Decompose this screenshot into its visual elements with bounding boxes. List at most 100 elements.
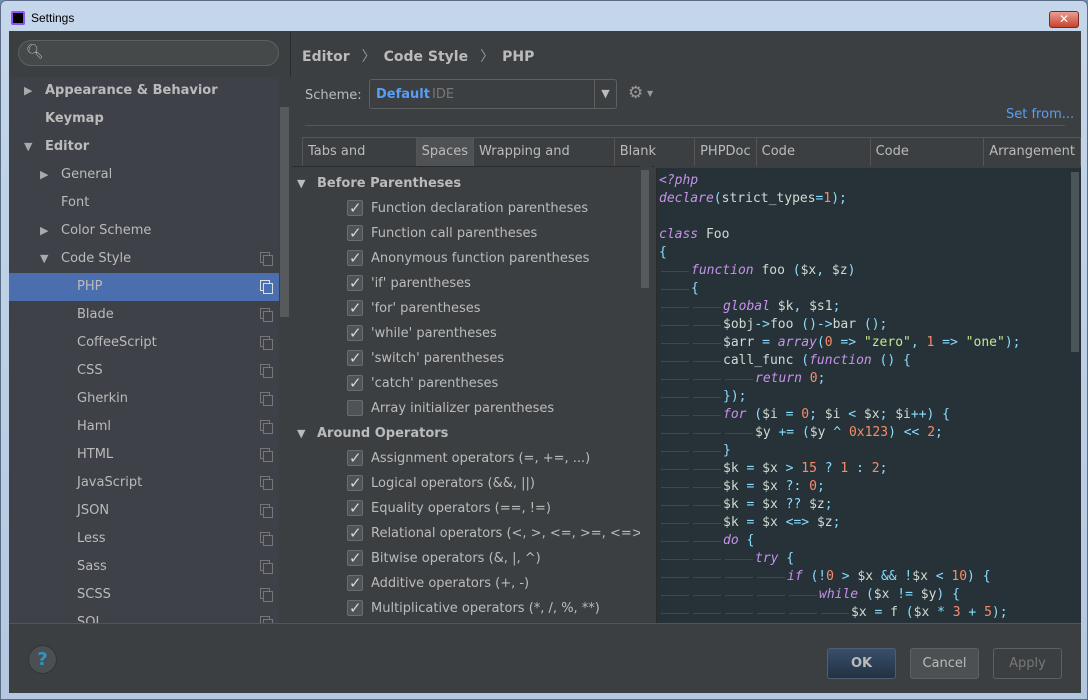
sidebar-item-html[interactable]: HTML	[9, 441, 279, 469]
option-group[interactable]: ▼ Before Parentheses	[297, 171, 461, 196]
options-scrollbar[interactable]	[640, 166, 652, 623]
option-group[interactable]: ▼ Around Operators	[297, 421, 448, 446]
tab-blank-lines[interactable]: Blank Lines	[615, 138, 696, 186]
checkbox[interactable]	[347, 471, 363, 496]
sidebar-item-sql[interactable]: SQL	[9, 609, 279, 623]
option-checkbox-row[interactable]: Bitwise operators (&, |, ^)	[347, 546, 541, 571]
checkbox[interactable]	[347, 400, 363, 416]
breadcrumb: Editor 〉 Code Style 〉 PHP	[302, 46, 538, 66]
option-checkbox-row[interactable]: Multiplicative operators (*, /, %, **)	[347, 596, 600, 621]
tab-tabs-and-indents[interactable]: Tabs and Indents	[302, 138, 417, 186]
scrollbar-thumb[interactable]	[1071, 172, 1079, 352]
sidebar-item-color-scheme[interactable]: ▶ Color Scheme	[9, 217, 279, 245]
code-token: >	[833, 569, 858, 584]
code-token: )	[847, 263, 856, 278]
checkbox[interactable]	[347, 596, 363, 621]
expand-arrow-icon[interactable]: ▼	[24, 133, 32, 161]
sidebar-item-label: Gherkin	[77, 391, 129, 406]
title-bar: Settings ✕	[1, 1, 1087, 35]
code-token: return	[755, 371, 802, 386]
checkbox[interactable]	[347, 196, 363, 221]
chevron-down-icon[interactable]: ▼	[594, 80, 616, 108]
sidebar-item-general[interactable]: ▶ General	[9, 161, 279, 189]
gear-icon[interactable]: ⚙	[628, 83, 643, 103]
option-checkbox-row[interactable]: 'switch' parentheses	[347, 346, 504, 371]
checkbox[interactable]	[347, 271, 363, 296]
option-checkbox-row[interactable]: 'for' parentheses	[347, 296, 481, 321]
checkbox[interactable]	[347, 446, 363, 471]
scheme-sub: IDE	[432, 87, 455, 102]
expand-arrow-icon[interactable]: ▼	[297, 171, 305, 196]
option-checkbox-row[interactable]: 'catch' parentheses	[347, 371, 498, 396]
scrollbar-thumb[interactable]	[280, 107, 289, 317]
option-checkbox-row[interactable]: Logical operators (&&, ||)	[347, 471, 535, 496]
tab-code-generation[interactable]: Code Generation	[871, 138, 985, 186]
expand-arrow-icon[interactable]: ▼	[297, 421, 305, 446]
sidebar-item-editor[interactable]: ▼ Editor	[9, 133, 279, 161]
sidebar-item-code-style[interactable]: ▼ Code Style	[9, 245, 279, 273]
checkbox[interactable]	[347, 571, 363, 596]
option-checkbox-row[interactable]: Anonymous function parentheses	[347, 246, 589, 271]
option-label: Multiplicative operators (*, /, %, **)	[371, 601, 600, 616]
checkbox[interactable]	[347, 496, 363, 521]
sidebar-item-font[interactable]: Font	[9, 189, 279, 217]
expand-arrow-icon[interactable]: ▼	[40, 245, 48, 273]
preview-scrollbar[interactable]	[1069, 168, 1081, 623]
sidebar-item-php[interactable]: PHP	[9, 273, 283, 301]
apply-button[interactable]: Apply	[993, 648, 1062, 679]
scheme-dropdown[interactable]: Default IDE ▼	[369, 79, 617, 109]
sidebar-scrollbar[interactable]	[279, 77, 291, 623]
sidebar-item-gherkin[interactable]: Gherkin	[9, 385, 279, 413]
option-checkbox-row[interactable]: Function declaration parentheses	[347, 196, 589, 221]
sidebar-item-haml[interactable]: Haml	[9, 413, 279, 441]
collapse-arrow-icon[interactable]: ▶	[40, 161, 48, 189]
checkbox[interactable]	[347, 221, 363, 246]
sidebar-item-scss[interactable]: SCSS	[9, 581, 279, 609]
code-line: {	[659, 244, 667, 262]
code-token: ,	[816, 263, 832, 278]
option-checkbox-row[interactable]: Array initializer parentheses	[347, 396, 554, 421]
sidebar-item-keymap[interactable]: Keymap	[9, 105, 279, 133]
option-checkbox-row[interactable]: 'if' parentheses	[347, 271, 471, 296]
sidebar-item-appearance-behavior[interactable]: ▶ Appearance & Behavior	[9, 77, 279, 105]
set-from-link[interactable]: Set from...	[1006, 107, 1074, 122]
sidebar-item-blade[interactable]: Blade	[9, 301, 279, 329]
sidebar-item-coffeescript[interactable]: CoffeeScript	[9, 329, 279, 357]
option-checkbox-row[interactable]: 'while' parentheses	[347, 321, 497, 346]
close-button[interactable]: ✕	[1049, 11, 1079, 28]
checkbox[interactable]	[347, 296, 363, 321]
checkbox[interactable]	[347, 521, 363, 546]
help-button[interactable]: ?	[28, 645, 57, 674]
sidebar-item-less[interactable]: Less	[9, 525, 279, 553]
ok-button[interactable]: OK	[827, 648, 896, 679]
option-checkbox-row[interactable]: Relational operators (<, >, <=, >=, <=>)	[347, 521, 648, 546]
sidebar-item-css[interactable]: CSS	[9, 357, 279, 385]
tab-spaces[interactable]: Spaces	[416, 138, 474, 166]
sidebar-item-javascript[interactable]: JavaScript	[9, 469, 279, 497]
option-checkbox-row[interactable]: Function call parentheses	[347, 221, 537, 246]
scrollbar-thumb[interactable]	[641, 170, 649, 288]
checkbox[interactable]	[347, 546, 363, 571]
option-checkbox-row[interactable]: Additive operators (+, -)	[347, 571, 529, 596]
option-checkbox-row[interactable]: Assignment operators (=, +=, ...)	[347, 446, 590, 471]
sidebar-item-json[interactable]: JSON	[9, 497, 279, 525]
cancel-button[interactable]: Cancel	[910, 648, 979, 679]
sidebar-item-sass[interactable]: Sass	[9, 553, 279, 581]
tab-indent-marker	[693, 361, 721, 362]
tab-wrapping-and-braces[interactable]: Wrapping and Braces	[474, 138, 615, 186]
code-token: () {	[871, 353, 911, 368]
caret-down-icon[interactable]: ▼	[647, 89, 653, 98]
collapse-arrow-icon[interactable]: ▶	[24, 77, 32, 105]
tab-phpdoc[interactable]: PHPDoc	[695, 138, 757, 166]
option-label: Function declaration parentheses	[371, 201, 589, 216]
tab-code-conversion[interactable]: Code Conversion	[757, 138, 871, 186]
settings-search-input[interactable]: 🔍︎	[18, 40, 279, 66]
checkbox[interactable]	[347, 321, 363, 346]
checkbox[interactable]	[347, 346, 363, 371]
option-checkbox-row[interactable]: Equality operators (==, !=)	[347, 496, 551, 521]
checkbox[interactable]	[347, 371, 363, 396]
collapse-arrow-icon[interactable]: ▶	[40, 217, 48, 245]
tab-indent-marker	[661, 559, 689, 560]
tab-arrangement[interactable]: Arrangement	[984, 138, 1081, 166]
checkbox[interactable]	[347, 246, 363, 271]
